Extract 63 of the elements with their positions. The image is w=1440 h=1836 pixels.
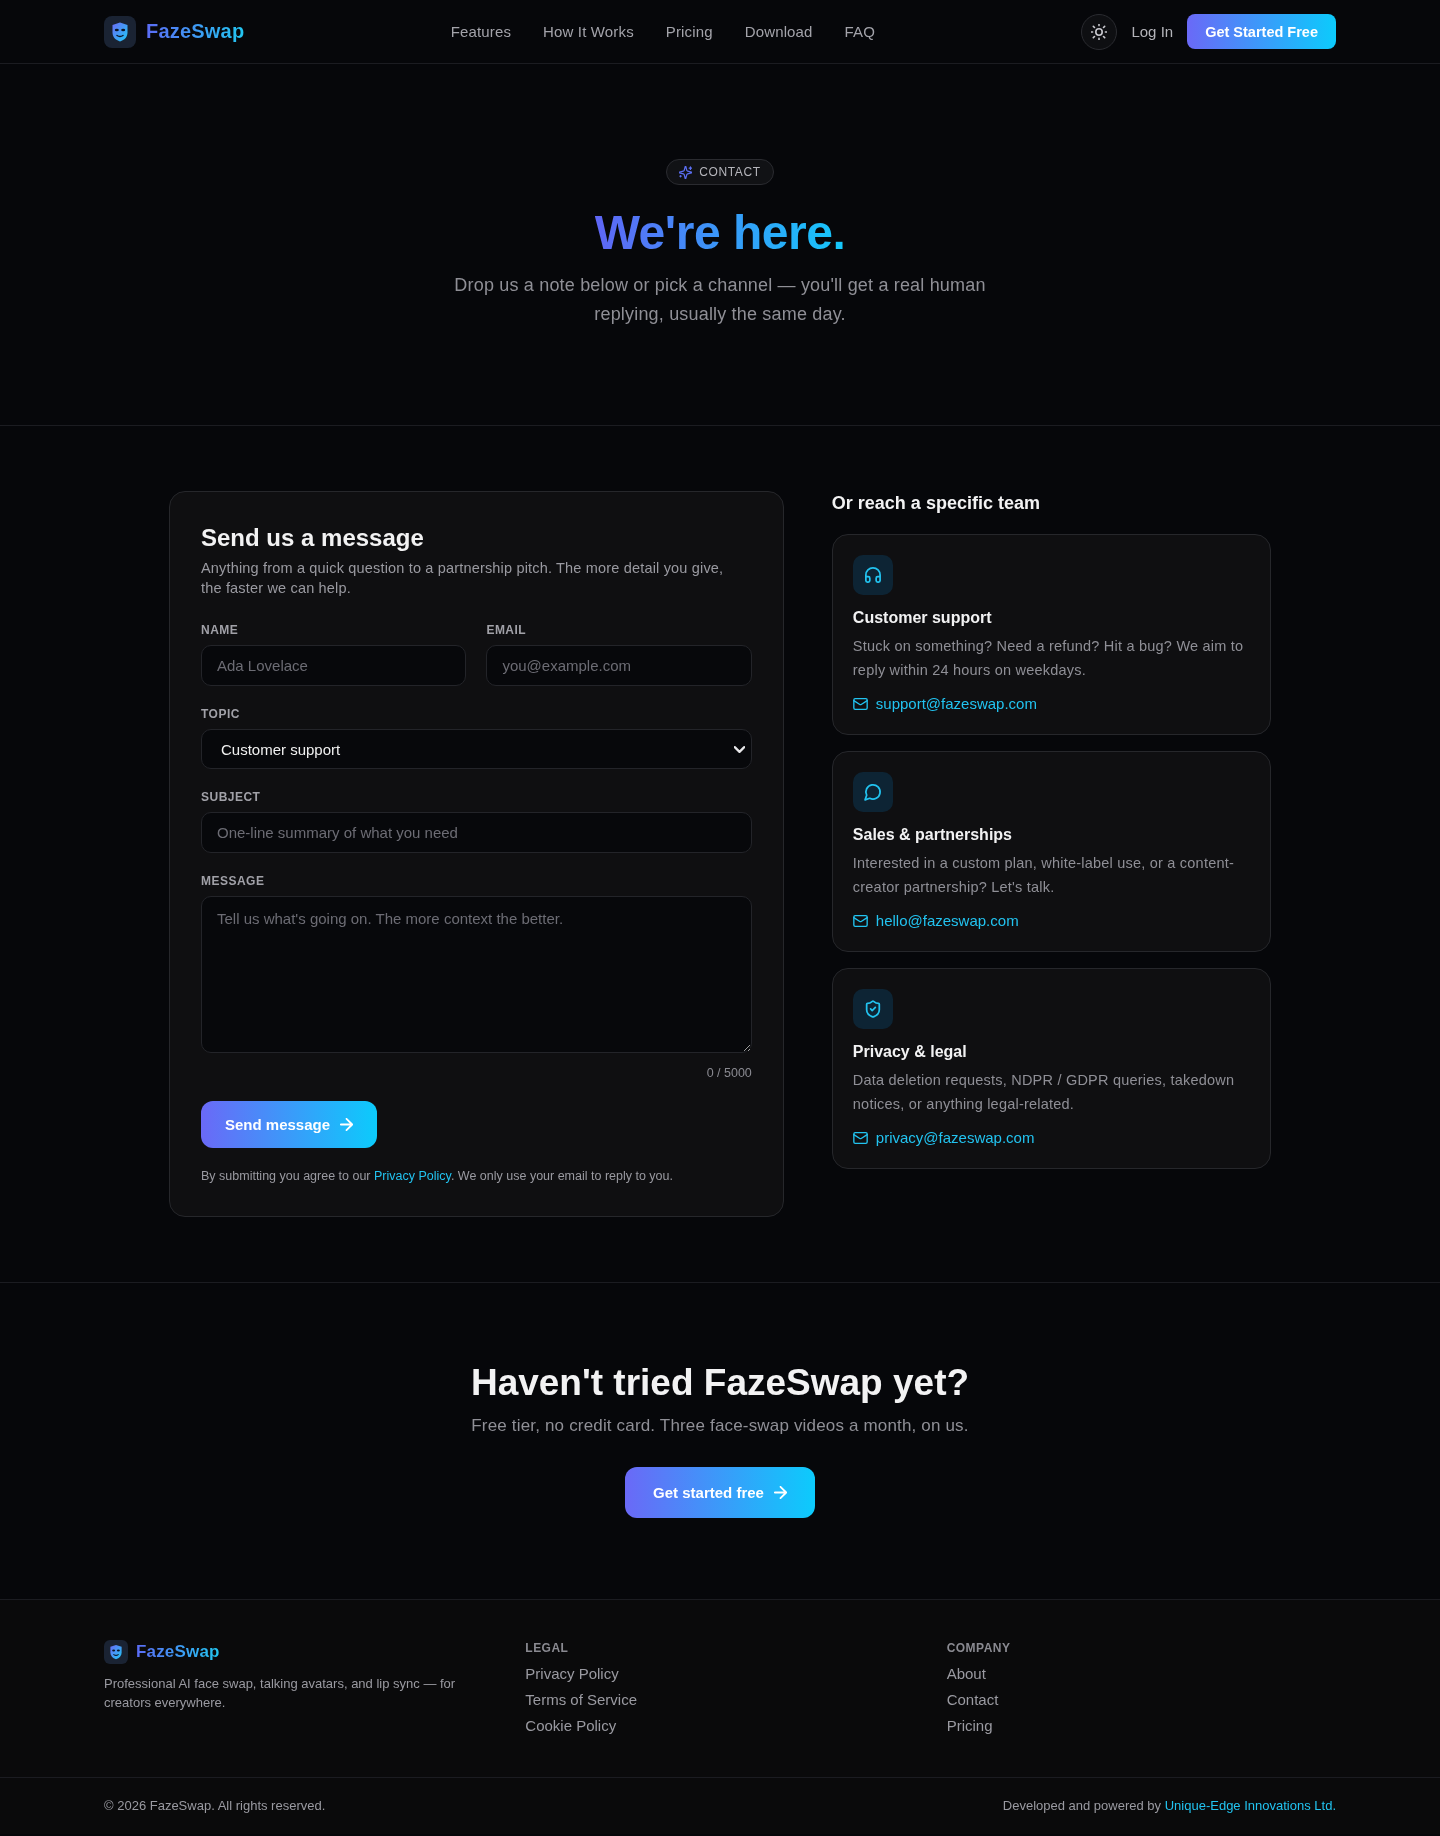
sparkle-icon: [679, 165, 693, 179]
email-link[interactable]: support@fazeswap.com: [875, 694, 1037, 714]
arrow-right-icon: [773, 1486, 787, 1499]
char-counter: 0 / 5000: [706, 1065, 752, 1081]
text-input[interactable]: Ada Lovelace: [201, 645, 467, 686]
footer-link[interactable]: About: [946, 1663, 986, 1685]
form-title: Send us a message: [201, 523, 425, 553]
footer-column-heading: COMPANY: [946, 1640, 1012, 1656]
mask-logo-icon[interactable]: [104, 1640, 128, 1664]
cta-title: Haven't tried FazeSwap yet?: [470, 1361, 970, 1405]
sun-icon: [1091, 23, 1108, 40]
teams-heading: Or reach a specific team: [831, 492, 1041, 515]
team-title: Privacy & legal: [852, 1042, 968, 1062]
email-link[interactable]: hello@fazeswap.com: [875, 911, 1019, 931]
chat-bubble-icon: [852, 772, 893, 812]
privacy-policy-link[interactable]: Privacy Policy: [374, 1169, 451, 1183]
field-label: SUBJECT: [201, 789, 262, 805]
footer-link[interactable]: Privacy Policy: [525, 1663, 619, 1685]
team-description: Data deletion requests, NDPR / GDPR queries, takedown notices, or anything legal-related.: [852, 1071, 1236, 1114]
footer-link[interactable]: Terms of Service: [525, 1689, 638, 1711]
email-link[interactable]: privacy@fazeswap.com: [875, 1128, 1035, 1148]
nav-link[interactable]: FAQ: [844, 23, 876, 40]
team-description: Stuck on something? Need a refund? Hit a bug? We aim to reply within 24 hours on weekdays.: [852, 637, 1245, 680]
brand-name[interactable]: FazeSwap: [136, 1642, 220, 1662]
message-textarea[interactable]: Tell us what's going on. The more context the better.: [201, 896, 752, 1053]
mail-icon: [852, 1132, 868, 1144]
nav-link[interactable]: Features: [450, 23, 512, 40]
nav-link[interactable]: Pricing: [665, 23, 713, 40]
mail-icon: [852, 915, 868, 927]
mail-icon: [852, 698, 868, 710]
login-link[interactable]: Log In: [1131, 23, 1174, 40]
shield-check-icon: [852, 989, 893, 1029]
footer-link[interactable]: Pricing: [946, 1715, 993, 1737]
team-title: Sales & partnerships: [852, 825, 1013, 845]
credit-note: Developed and powered by Unique-Edge Innovations Ltd.: [1002, 1798, 1336, 1814]
copyright-text: © 2026 FazeSwap. All rights reserved.: [104, 1798, 326, 1814]
nav-link[interactable]: How It Works: [543, 23, 634, 40]
footer-column-heading: LEGAL: [525, 1640, 570, 1656]
team-description: Interested in a custom plan, white-label use, or a content-creator partnership? Let's talk.: [852, 854, 1235, 897]
email-input[interactable]: you@example.com: [486, 645, 752, 686]
cta-subtitle: Free tier, no credit card. Three face-swap videos a month, on us.: [471, 1415, 969, 1437]
company-link[interactable]: Unique-Edge Innovations Ltd.: [1164, 1798, 1336, 1813]
consent-note: By submitting you agree to our Privacy Policy. We only use your email to reply to you.: [201, 1168, 674, 1184]
form-description: Anything from a quick question to a partnership pitch. The more detail you give, the faster we can help.: [201, 559, 725, 598]
footer-link[interactable]: Contact: [946, 1689, 999, 1711]
footer-link[interactable]: Cookie Policy: [525, 1715, 617, 1737]
select-field[interactable]: Customer support: [201, 729, 752, 769]
mask-logo-icon[interactable]: [104, 15, 136, 48]
field-label: NAME: [201, 622, 240, 638]
hero-subtitle: Drop us a note below or pick a channel — you'll get a real human replying, usually the same day.: [453, 274, 987, 326]
send-message-button[interactable]: Send message: [201, 1101, 378, 1148]
text-input[interactable]: One-line summary of what you need: [201, 812, 752, 853]
arrow-right-icon: [340, 1118, 354, 1131]
team-title: Customer support: [852, 608, 993, 628]
headphones-icon: [852, 555, 893, 595]
field-label: TOPIC: [201, 706, 241, 722]
nav-link[interactable]: Download: [744, 23, 813, 40]
field-label: EMAIL: [486, 622, 528, 638]
theme-toggle-button[interactable]: [1081, 13, 1118, 50]
badge-label: CONTACT: [699, 165, 761, 179]
footer-description: Professional AI face swap, talking avatars, and lip sync — for creators everywhere.: [104, 1675, 457, 1712]
field-label: MESSAGE: [201, 873, 266, 889]
chevron-down-icon: [733, 745, 745, 753]
